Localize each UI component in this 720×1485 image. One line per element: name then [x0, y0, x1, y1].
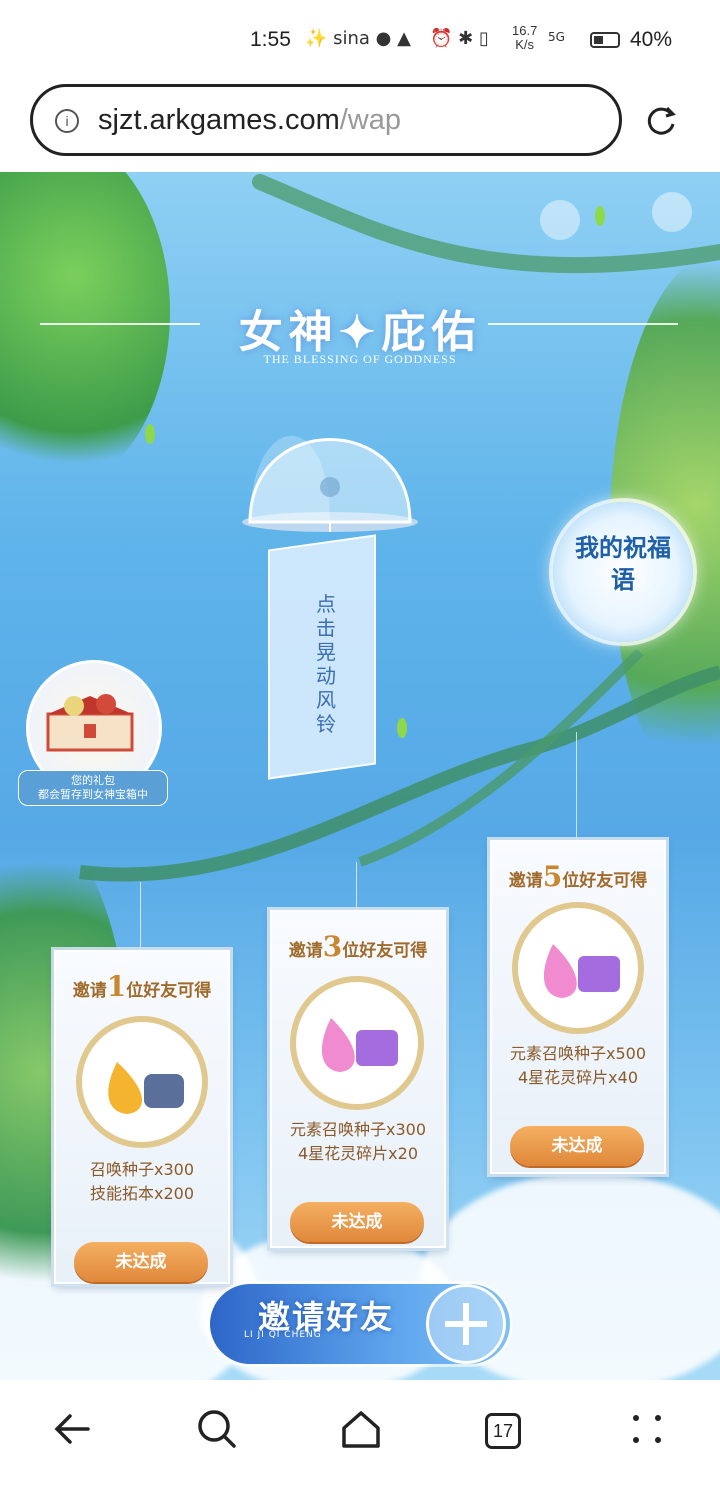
wind-chime-tag-text: 点击晃动风铃 [316, 592, 336, 736]
tabs-icon[interactable]: 17 [485, 1413, 521, 1449]
address-bar[interactable]: i sjzt.arkgames.com/wap [30, 84, 622, 156]
plus-icon[interactable] [426, 1284, 506, 1364]
menu-icon[interactable] [622, 1404, 672, 1454]
gift-note: 您的礼包 都会暂存到女神宝箱中 [18, 770, 168, 806]
seed-icon [108, 1062, 184, 1114]
page-title: 女神✦庇佑 [238, 307, 482, 358]
reward-card-3: 邀请3位好友可得 元素召唤种子x300 4星花灵碎片x20 未达成 [270, 910, 446, 1248]
reward-card-title: 邀请5位好友可得 [492, 860, 664, 893]
reward-head-suffix: 位好友可得 [562, 871, 648, 891]
reward-count: 5 [542, 860, 563, 893]
wind-chime-bell[interactable] [240, 372, 420, 532]
info-icon[interactable]: i [55, 109, 79, 133]
reward-head-prefix: 邀请 [72, 981, 107, 1001]
url-path: /wap [339, 104, 401, 136]
reward-card-1: 邀请1位好友可得 召唤种子x300 技能拓本x200 未达成 [54, 950, 230, 1284]
reward-status-button[interactable]: 未达成 [510, 1126, 644, 1166]
reward-icon-frame [76, 1016, 208, 1148]
hanging-string [576, 732, 577, 842]
reward-line-1: 元素召唤种子x500 [509, 1044, 646, 1063]
reward-status-button[interactable]: 未达成 [74, 1242, 208, 1282]
network-speed: 16.7 K/s [512, 24, 537, 52]
url-text[interactable]: sjzt.arkgames.com/wap [98, 104, 401, 137]
battery-icon [590, 32, 620, 48]
reload-icon[interactable] [643, 102, 679, 138]
reward-card-title: 邀请3位好友可得 [272, 930, 444, 963]
url-domain: sjzt.arkgames.com [98, 104, 340, 136]
reward-card-5: 邀请5位好友可得 元素召唤种子x500 4星花灵碎片x40 未达成 [490, 840, 666, 1174]
hanging-string [356, 862, 357, 910]
element-seed-icon [543, 944, 620, 998]
reward-icon-frame [290, 976, 424, 1110]
browser-bottom-nav [0, 1380, 720, 1485]
reward-head-suffix: 位好友可得 [342, 941, 428, 961]
status-time: 1:55 [250, 28, 291, 51]
reward-count: 3 [322, 930, 343, 963]
network-speed-value: 16.7 [512, 23, 538, 38]
network-speed-unit: K/s [515, 37, 535, 52]
invite-friends-sub: LI JI QI CHENG [244, 1330, 322, 1340]
reward-card-title: 邀请1位好友可得 [56, 970, 228, 1003]
game-page: 女神✦庇佑 THE BLESSING OF GODDNESS 点击晃动风铃 我的… [0, 172, 720, 1380]
reward-line-2: 4星花灵碎片x40 [517, 1068, 638, 1087]
back-icon[interactable] [48, 1404, 98, 1454]
page-subtitle: THE BLESSING OF GODDNESS [263, 352, 457, 366]
hanging-string [140, 882, 141, 952]
reward-head-prefix: 邀请 [288, 941, 323, 961]
reward-head-prefix: 邀请 [508, 871, 543, 891]
battery-percent: 40% [630, 28, 673, 51]
reward-line-2: 4星花灵碎片x20 [297, 1144, 418, 1163]
reward-line-2: 技能拓本x200 [89, 1184, 194, 1203]
system-icons: ⏰ ✱ ▯ [430, 28, 489, 49]
reward-icon-frame [512, 902, 644, 1034]
reward-count: 1 [106, 970, 127, 1003]
home-icon[interactable] [336, 1404, 386, 1454]
search-icon[interactable] [192, 1404, 242, 1454]
reward-line-1: 召唤种子x300 [89, 1160, 194, 1179]
status-bar: 1:55 ✨ sina ● ▲ ⏰ ✱ ▯ 16.7 K/s 5G 40% [0, 0, 720, 80]
signal-icon: 5G [548, 30, 565, 44]
reward-head-suffix: 位好友可得 [126, 981, 212, 1001]
notification-icons: ✨ sina ● ▲ [305, 28, 411, 49]
reward-status-button[interactable]: 未达成 [290, 1202, 424, 1242]
treasure-chest-icon [46, 694, 134, 752]
my-blessing-label: 我的祝福语 [575, 533, 671, 594]
element-seed-icon [321, 1018, 398, 1072]
reward-line-1: 元素召唤种子x300 [289, 1120, 426, 1139]
